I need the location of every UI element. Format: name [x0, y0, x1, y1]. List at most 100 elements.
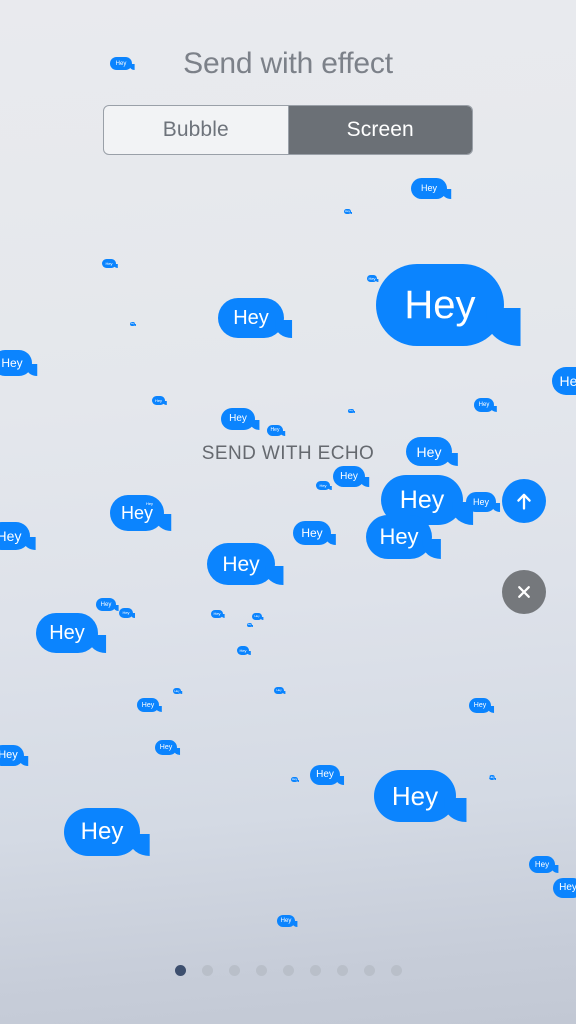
message-bubble-label: Hey — [1, 356, 23, 370]
send-button[interactable] — [502, 479, 546, 523]
message-bubble-label: Hey — [340, 470, 358, 482]
bubble-tail — [153, 504, 157, 508]
message-bubble: Hey — [130, 322, 136, 326]
message-bubble: Hey — [173, 688, 183, 694]
message-bubble: Hey — [374, 770, 467, 822]
message-bubble: Hey — [529, 856, 559, 873]
bubble-tail — [275, 319, 293, 338]
message-bubble-label: Hey — [379, 524, 419, 549]
effect-page-indicator[interactable] — [0, 965, 576, 976]
bubble-tail — [26, 364, 38, 376]
bubble-tail — [23, 537, 36, 550]
bubble-tail — [129, 64, 135, 70]
message-bubble-label: Hey — [472, 496, 489, 507]
message-bubble: Hey — [144, 500, 157, 508]
message-bubble: Hey — [344, 209, 353, 214]
message-bubble-label: Hey — [301, 526, 323, 540]
bubble-tail — [442, 189, 452, 199]
message-bubble: Hey — [155, 740, 181, 755]
message-bubble: Hey — [277, 915, 298, 927]
message-bubble: Hey — [469, 698, 495, 713]
message-bubble-label: Hey — [105, 260, 113, 266]
message-bubble: Hey — [293, 521, 336, 545]
message-bubble: Hey — [110, 495, 172, 531]
message-bubble-label: Hey — [229, 413, 247, 424]
message-bubble-label: Hey — [420, 183, 437, 193]
close-button[interactable] — [502, 570, 546, 614]
bubble-tail — [19, 756, 29, 766]
message-bubble-label: Hey — [280, 918, 292, 924]
message-bubble-label: Hey — [80, 818, 124, 845]
page-dot[interactable] — [390, 965, 402, 976]
message-bubble: Hey — [376, 264, 521, 346]
echo-bubbles-layer: Hey Hey Hey Hey Hey Hey Hey Hey Hey Hey Hey Hey Hey H… — [0, 0, 576, 1024]
message-bubble-label: Hey — [233, 307, 269, 329]
bubble-tail — [114, 263, 118, 268]
bubble-tail — [444, 798, 467, 822]
bubble-tail — [173, 748, 181, 755]
bubble-tail — [133, 324, 136, 326]
message-bubble: Hey — [552, 367, 576, 395]
bubble-tail — [221, 614, 225, 618]
bubble-tail — [487, 706, 495, 713]
bubble-tail — [325, 533, 336, 545]
message-bubble: Hey — [310, 765, 345, 785]
bubble-tail — [163, 400, 167, 405]
message-bubble: Hey — [221, 408, 260, 430]
bubble-tail — [491, 502, 501, 512]
message-bubble-label: Hey — [399, 485, 445, 514]
message-bubble-label: Hey — [559, 882, 576, 893]
page-dot[interactable] — [201, 965, 213, 976]
message-bubble: Hey — [102, 259, 118, 268]
message-bubble: Hey — [110, 57, 135, 70]
message-bubble: Hey — [211, 610, 225, 618]
message-bubble: Hey — [489, 775, 497, 780]
message-bubble: Hey — [152, 396, 167, 405]
message-bubble: Hey — [274, 687, 286, 694]
message-bubble-label: Hey — [239, 647, 247, 653]
bubble-tail — [250, 625, 253, 627]
message-bubble-label: Hey — [391, 781, 439, 811]
message-bubble-label: Hey — [213, 611, 221, 616]
bubble-tail — [296, 779, 300, 782]
bubble-tail — [328, 485, 332, 490]
send-with-effect-screen: Send with effect Bubble Screen SEND WITH… — [0, 0, 576, 1024]
message-bubble: Hey — [218, 298, 293, 338]
close-icon — [518, 586, 530, 598]
bubble-tail — [349, 211, 353, 214]
page-dot[interactable] — [309, 965, 321, 976]
bubble-tail — [375, 278, 379, 282]
page-dot[interactable] — [336, 965, 348, 976]
bubble-tail — [490, 405, 497, 412]
message-bubble-label: Hey — [154, 397, 163, 403]
message-bubble-label: Hey — [534, 859, 550, 869]
bubble-tail — [282, 690, 286, 694]
message-bubble: Hey — [474, 398, 497, 412]
message-bubble-label: Hey — [559, 373, 576, 389]
message-bubble: Hey — [466, 492, 501, 512]
page-dot[interactable] — [282, 965, 294, 976]
bubble-tail — [360, 477, 370, 487]
bubble-tail — [422, 538, 441, 559]
message-bubble-label: Hey — [0, 749, 18, 761]
page-dot[interactable] — [174, 965, 186, 976]
message-bubble-label: Hey — [49, 622, 85, 644]
message-bubble-label: Hey — [122, 610, 130, 615]
message-bubble: Hey — [367, 275, 379, 282]
message-bubble-label: Hey — [319, 482, 327, 488]
message-bubble: Hey — [96, 598, 119, 611]
page-dot[interactable] — [228, 965, 240, 976]
bubble-tail — [280, 430, 286, 436]
message-bubble-label: Hey — [222, 552, 260, 576]
bubble-tail — [113, 605, 119, 611]
message-bubble-label: Hey — [145, 501, 154, 506]
bubble-tail — [250, 419, 260, 430]
bubble-tail — [260, 616, 264, 620]
message-bubble: Hey — [553, 878, 576, 898]
bubble-tail — [445, 452, 458, 466]
message-bubble: Hey — [411, 178, 452, 199]
message-bubble-label: Hey — [100, 601, 112, 608]
message-bubble-label: Hey — [254, 614, 260, 618]
page-dot[interactable] — [255, 965, 267, 976]
page-dot[interactable] — [363, 965, 375, 976]
